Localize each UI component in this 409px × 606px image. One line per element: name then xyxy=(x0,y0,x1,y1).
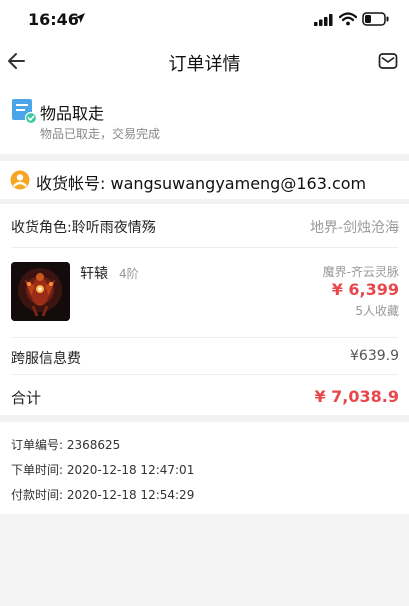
product-thumbnail[interactable] xyxy=(11,262,70,321)
order-detail-section: 收货角色:聆听雨夜情殇 地界-剑烛沧海 轩辕 4阶 魔界-齐云灵脉 ¥ 6,39… xyxy=(0,204,409,415)
order-time-value: 2020-12-18 12:47:01 xyxy=(66,463,195,477)
product-server: 魔界-齐云灵脉 xyxy=(322,265,399,279)
order-number-label: 订单编号: xyxy=(11,438,64,452)
order-complete-icon xyxy=(12,99,37,124)
section-divider xyxy=(0,415,409,422)
cross-server-fee-value: ¥639.9 xyxy=(350,348,399,364)
location-arrow-icon xyxy=(75,13,85,23)
payment-time-label: 付款时间: xyxy=(11,488,64,502)
payment-time-value: 2020-12-18 12:54:29 xyxy=(66,488,195,502)
user-avatar-icon xyxy=(10,170,30,190)
divider xyxy=(11,374,398,375)
order-status-subtitle: 物品已取走，交易完成 xyxy=(40,127,161,141)
cross-server-fee-label: 跨服信息费 xyxy=(11,351,81,367)
order-status-title: 物品取走 xyxy=(40,104,105,123)
product-name: 轩辕 xyxy=(80,266,108,282)
divider xyxy=(11,337,398,338)
cellular-signal-icon xyxy=(314,14,333,26)
order-number-value: 2368625 xyxy=(66,438,121,452)
receiving-account-section: 收货帐号: wangsuwangyameng@163.com xyxy=(0,161,409,199)
order-time-row: 下单时间: 2020-12-18 12:47:01 xyxy=(11,461,194,478)
product-level: 4阶 xyxy=(119,267,139,281)
order-info-section: 订单编号: 2368625 下单时间: 2020-12-18 12:47:01 … xyxy=(0,422,409,514)
favorites-count: 5人收藏 xyxy=(355,304,399,318)
order-status-section: 物品取走 物品已取走，交易完成 xyxy=(0,84,409,154)
receiving-role-label: 收货角色:聆听雨夜情殇 xyxy=(11,220,156,236)
battery-icon xyxy=(362,12,389,26)
total-label: 合计 xyxy=(11,389,42,407)
status-bar: 16:46 xyxy=(0,0,409,42)
page-title: 订单详情 xyxy=(168,54,241,75)
navigation-bar: 订单详情 xyxy=(0,42,409,84)
receiving-account-text: 收货帐号: wangsuwangyameng@163.com xyxy=(36,174,367,193)
order-time-label: 下单时间: xyxy=(11,463,64,477)
order-number-row: 订单编号: 2368625 xyxy=(11,436,120,453)
wifi-icon xyxy=(339,12,357,26)
page-background xyxy=(0,514,409,606)
divider xyxy=(11,247,398,248)
status-time: 16:46 xyxy=(28,10,79,29)
message-envelope-icon[interactable] xyxy=(378,52,398,70)
armor-figure-image xyxy=(11,262,70,321)
total-value: ¥ 7,038.9 xyxy=(314,387,399,406)
receiving-role-server: 地界-剑烛沧海 xyxy=(309,220,399,236)
section-divider xyxy=(0,154,409,161)
payment-time-row: 付款时间: 2020-12-18 12:54:29 xyxy=(11,486,194,503)
product-price: ¥ 6,399 xyxy=(331,280,399,299)
